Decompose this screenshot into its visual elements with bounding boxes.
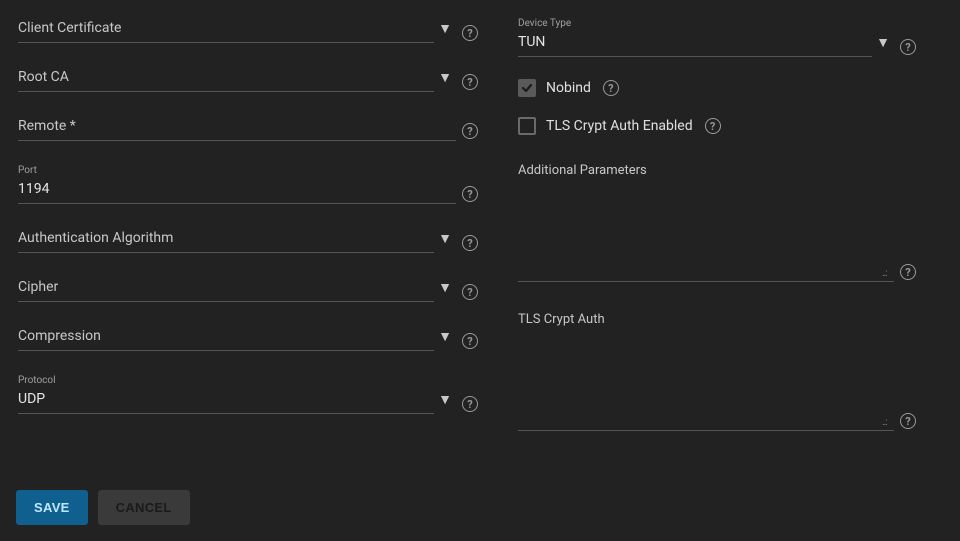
additional-parameters-field: ..: ? [518, 186, 916, 282]
additional-parameters-label: Additional Parameters [518, 163, 916, 178]
tls-enabled-label: TLS Crypt Auth Enabled [546, 118, 693, 134]
help-icon[interactable]: ? [462, 284, 478, 300]
resize-handle-icon[interactable]: ..: [882, 418, 892, 428]
device-type-field[interactable]: Device Type TUN ▼ ? [518, 18, 916, 57]
device-type-value: TUN [518, 32, 872, 52]
help-icon[interactable]: ? [900, 264, 916, 280]
help-icon[interactable]: ? [462, 74, 478, 90]
port-label: Port [18, 165, 456, 177]
client-certificate-field[interactable]: Client Certificate ▼ ? [18, 18, 478, 43]
help-icon[interactable]: ? [462, 396, 478, 412]
help-icon[interactable]: ? [900, 413, 916, 429]
client-certificate-label: Client Certificate [18, 18, 434, 38]
chevron-down-icon[interactable]: ▼ [434, 19, 456, 43]
resize-handle-icon[interactable]: ..: [882, 269, 892, 279]
compression-label: Compression [18, 326, 434, 346]
root-ca-field[interactable]: Root CA ▼ ? [18, 67, 478, 92]
chevron-down-icon[interactable]: ▼ [434, 229, 456, 253]
protocol-value: UDP [18, 389, 434, 409]
help-icon[interactable]: ? [603, 80, 619, 96]
help-icon[interactable]: ? [705, 118, 721, 134]
port-field[interactable]: Port 1194 ? [18, 165, 478, 204]
device-type-label: Device Type [518, 18, 872, 30]
cipher-field[interactable]: Cipher ▼ ? [18, 277, 478, 302]
nobind-checkbox[interactable] [518, 79, 536, 97]
remote-field[interactable]: Remote * ? [18, 116, 478, 141]
cancel-button[interactable]: CANCEL [98, 490, 190, 525]
protocol-field[interactable]: Protocol UDP ▼ ? [18, 375, 478, 414]
port-value[interactable]: 1194 [18, 179, 456, 199]
chevron-down-icon[interactable]: ▼ [434, 327, 456, 351]
auth-algorithm-label: Authentication Algorithm [18, 228, 434, 248]
compression-field[interactable]: Compression ▼ ? [18, 326, 478, 351]
help-icon[interactable]: ? [462, 333, 478, 349]
help-icon[interactable]: ? [462, 186, 478, 202]
chevron-down-icon[interactable]: ▼ [434, 278, 456, 302]
tls-crypt-auth-textarea[interactable]: ..: [518, 335, 894, 431]
help-icon[interactable]: ? [462, 123, 478, 139]
chevron-down-icon[interactable]: ▼ [434, 68, 456, 92]
additional-parameters-textarea[interactable]: ..: [518, 186, 894, 282]
nobind-label: Nobind [546, 80, 591, 96]
chevron-down-icon[interactable]: ▼ [434, 390, 456, 414]
root-ca-label: Root CA [18, 67, 434, 87]
auth-algorithm-field[interactable]: Authentication Algorithm ▼ ? [18, 228, 478, 253]
check-icon [521, 82, 533, 94]
protocol-label: Protocol [18, 375, 434, 387]
help-icon[interactable]: ? [462, 25, 478, 41]
tls-crypt-auth-field: ..: ? [518, 335, 916, 431]
nobind-row: Nobind ? [518, 79, 916, 97]
tls-enabled-checkbox[interactable] [518, 117, 536, 135]
tls-enabled-row: TLS Crypt Auth Enabled ? [518, 117, 916, 135]
footer-actions: SAVE CANCEL [16, 490, 190, 525]
help-icon[interactable]: ? [462, 235, 478, 251]
save-button[interactable]: SAVE [16, 490, 88, 525]
remote-label: Remote * [18, 116, 456, 136]
cipher-label: Cipher [18, 277, 434, 297]
chevron-down-icon[interactable]: ▼ [872, 33, 894, 57]
help-icon[interactable]: ? [900, 39, 916, 55]
tls-crypt-auth-label: TLS Crypt Auth [518, 312, 916, 327]
